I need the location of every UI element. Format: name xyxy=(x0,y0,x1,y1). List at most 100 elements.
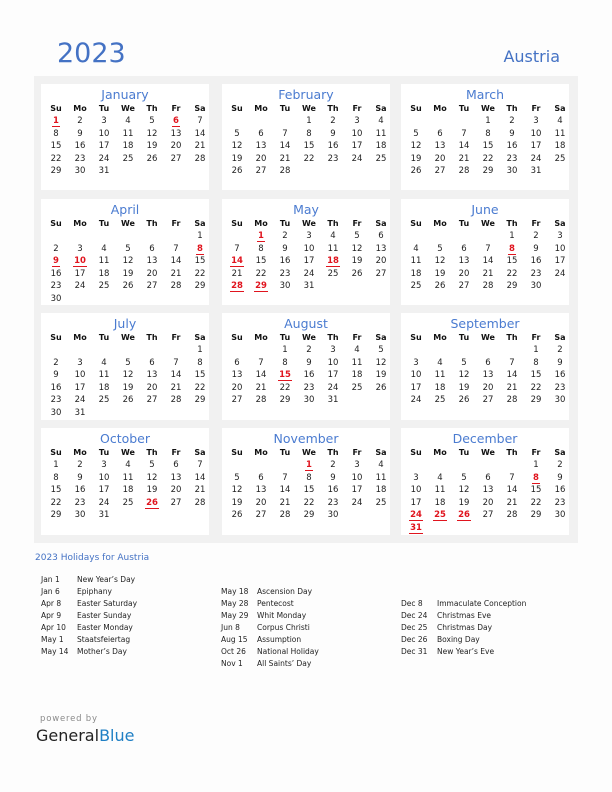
calendar-day: 16 xyxy=(327,141,339,152)
calendar-day: 12 xyxy=(122,256,134,267)
calendar-day: 20 xyxy=(458,268,470,279)
weekday-label: Fr xyxy=(171,448,181,457)
calendar-day: 20 xyxy=(146,382,158,393)
calendar-day: 24 xyxy=(351,153,363,164)
holiday-date: May 1 xyxy=(41,635,64,644)
calendar-day: 3 xyxy=(557,231,563,241)
calendar-day: 20 xyxy=(146,268,158,279)
calendar-day: 1 xyxy=(533,345,539,355)
calendar-day: 21 xyxy=(194,485,206,496)
month-title: July xyxy=(113,316,137,331)
weekday-label: Th xyxy=(506,219,518,228)
calendar-day: 7 xyxy=(197,460,203,470)
generalblue-logo[interactable]: GeneralBlue xyxy=(36,726,134,745)
calendar-day: 18 xyxy=(410,268,422,279)
holiday-date: Dec 8 xyxy=(401,599,423,608)
weekday-label: Th xyxy=(146,448,158,457)
calendar-day: 23 xyxy=(50,281,62,292)
calendar-day: 16 xyxy=(554,370,566,381)
weekday-label: Sa xyxy=(375,104,387,113)
calendar-day: 4 xyxy=(125,116,131,126)
calendar-day: 11 xyxy=(98,370,110,381)
weekday-label: Th xyxy=(506,448,518,457)
weekday-label: Su xyxy=(410,448,422,457)
calendar-day: 11 xyxy=(122,472,134,483)
calendar-day: 1 xyxy=(485,116,491,126)
calendar-day: 5 xyxy=(378,345,384,355)
month-october: October Su Mo Tu We Th Fr Sa 1 2 3 4 5 6 7 8 9 10 11 12 13 14… xyxy=(41,428,209,535)
weekday-label: Su xyxy=(231,219,243,228)
calendar-day: 23 xyxy=(74,153,86,164)
empty-day xyxy=(116,344,140,357)
holiday-name: New Year’s Day xyxy=(77,575,136,584)
month-september: September Su Mo Tu We Th Fr Sa 1 2 3 4 5 6 7 8 9 10 11 12 13… xyxy=(401,313,569,420)
calendar-day: 2 xyxy=(533,231,539,241)
calendar-day: 11 xyxy=(434,370,446,381)
calendar-day: 16 xyxy=(327,485,339,496)
weekday-label: Su xyxy=(231,448,243,457)
calendar-day: 26 xyxy=(122,281,134,292)
calendar-day: 21 xyxy=(194,141,206,152)
calendar-day: 9 xyxy=(306,357,312,368)
calendar-day: 24 xyxy=(98,497,110,508)
calendar-day: 15 xyxy=(50,141,62,152)
calendar-day: 28 xyxy=(170,395,182,406)
weekday-label: We xyxy=(302,333,316,342)
empty-day xyxy=(404,230,428,243)
calendar-day: 11 xyxy=(327,243,339,254)
holiday-item: Jan 6 Epiphany xyxy=(41,586,137,598)
weekday-label: Su xyxy=(50,219,62,228)
weekday-label: Fr xyxy=(531,219,541,228)
month-march: March Su Mo Tu We Th Fr Sa 1 2 3 4 5 6 7 8 9 10 11 12 13 14 15… xyxy=(401,84,569,190)
empty-day xyxy=(249,115,273,128)
weekday-label: Sa xyxy=(194,448,206,457)
calendar-day: 12 xyxy=(231,141,243,152)
holiday-item: Jun 8 Corpus Christi xyxy=(221,622,319,634)
calendar-day: 20 xyxy=(482,382,494,393)
calendar-day: 22 xyxy=(530,382,542,393)
calendar-day: 13 xyxy=(231,370,243,381)
calendar-day: 27 xyxy=(170,497,182,508)
weekday-label: Sa xyxy=(554,219,566,228)
calendar-day: 14 xyxy=(170,370,182,381)
weekday-label: Tu xyxy=(458,219,470,228)
weekday-label: Fr xyxy=(171,333,181,342)
weekday-label: Sa xyxy=(194,219,206,228)
day-grid: Su Mo Tu We Th Fr Sa 1 2 3 4 5 6 7 8 9 10 11 12 13 14 15 16 17 1… xyxy=(404,332,569,407)
calendar-day: 29 xyxy=(50,510,62,521)
calendar-day: 30 xyxy=(530,281,542,292)
calendar-day: 13 xyxy=(458,256,470,267)
calendar-day: 18 xyxy=(122,485,134,496)
calendar-day: 9 xyxy=(53,370,59,381)
calendar-day: 8 xyxy=(53,128,59,139)
calendar-day: 24 xyxy=(410,395,422,406)
calendar-day: 29 xyxy=(303,510,315,521)
weekday-label: Fr xyxy=(531,448,541,457)
calendar-day: 4 xyxy=(413,243,419,254)
empty-day xyxy=(44,344,68,357)
calendar-day: 20 xyxy=(375,256,387,267)
calendar-day: 10 xyxy=(410,370,422,381)
calendar-day: 26 xyxy=(122,395,134,406)
calendar-day: 8 xyxy=(53,472,59,483)
calendar-day: 8 xyxy=(533,357,539,368)
month-title: February xyxy=(278,87,334,102)
calendar-day: 16 xyxy=(279,256,291,267)
holiday-day: 26 xyxy=(145,497,159,509)
holiday-name: Corpus Christi xyxy=(257,623,310,632)
calendar-day: 15 xyxy=(255,256,267,267)
holiday-name: Mother’s Day xyxy=(77,647,127,656)
day-grid: Su Mo Tu We Th Fr Sa 1 2 3 4 5 6 7 8 9 10 11 12 13 14 15 16 17 1… xyxy=(225,103,390,178)
calendar-day: 23 xyxy=(554,382,566,393)
calendar-day: 17 xyxy=(327,370,339,381)
weekday-label: Fr xyxy=(171,104,181,113)
calendar-day: 11 xyxy=(410,256,422,267)
calendar-day: 12 xyxy=(458,370,470,381)
calendar-day: 24 xyxy=(74,395,86,406)
calendar-day: 22 xyxy=(194,268,206,279)
day-grid: Su Mo Tu We Th Fr Sa 1 2 3 4 5 6 7 8 9 10 11 12 13 14 15 16 17 1… xyxy=(44,218,209,306)
holiday-name: Staatsfeiertag xyxy=(77,635,131,644)
calendar-day: 4 xyxy=(101,243,107,254)
empty-day xyxy=(404,344,428,357)
weekday-label: Mo xyxy=(433,333,447,342)
